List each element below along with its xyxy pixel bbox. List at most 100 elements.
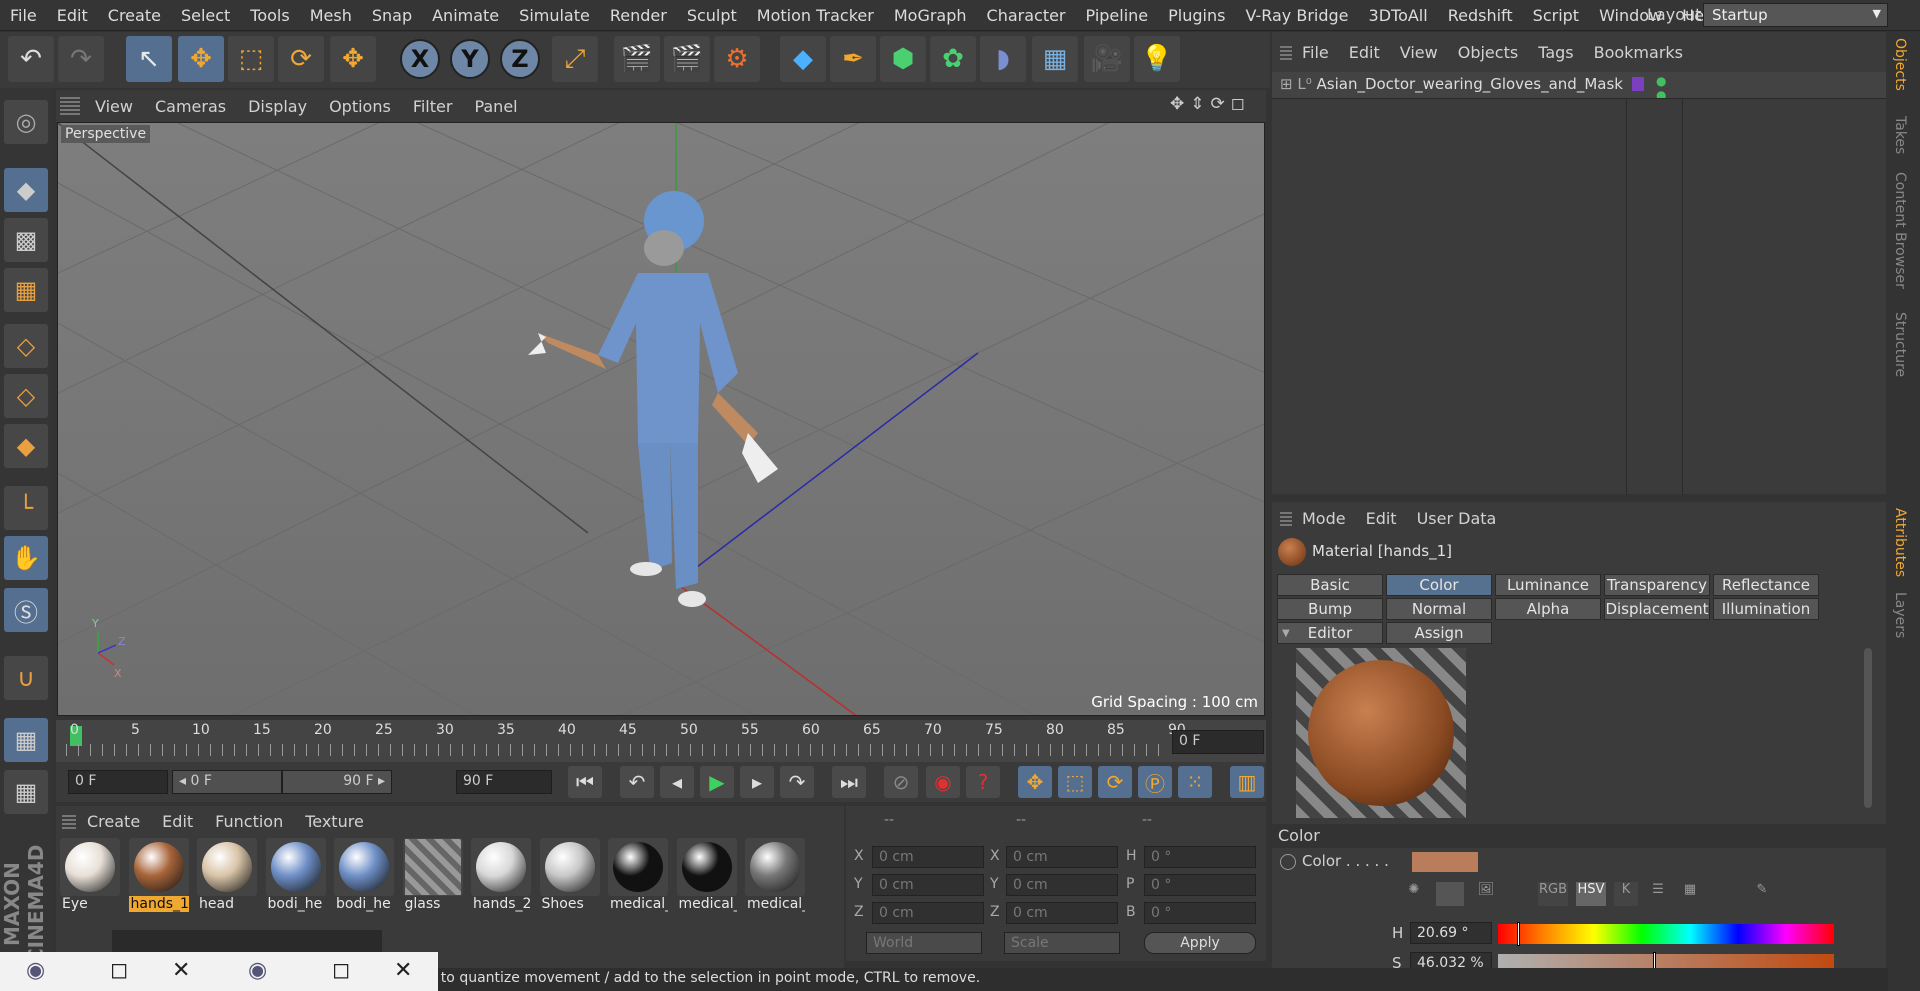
menu-motion-tracker[interactable]: Motion Tracker <box>747 6 884 25</box>
mograph-button[interactable]: ✿ <box>930 36 976 82</box>
close-icon[interactable]: ✕ <box>172 958 190 983</box>
next-frame-button[interactable]: ▸ <box>740 766 774 798</box>
side-tab-takes[interactable]: Takes <box>1892 116 1908 154</box>
material-item[interactable]: medical_ <box>745 838 805 922</box>
rotation-b-field[interactable]: 0 ° <box>1144 902 1256 924</box>
material-item[interactable]: bodi_he <box>334 838 394 922</box>
position-y-field[interactable]: 0 cm <box>872 874 984 896</box>
rotate-tool-button[interactable]: ⟳ <box>278 36 324 82</box>
undo-button[interactable]: ↶ <box>8 36 54 82</box>
floor-button[interactable]: ▦ <box>1032 36 1078 82</box>
color-wheel-icon[interactable]: ✺ <box>1400 882 1428 906</box>
prev-frame-button[interactable]: ◂ <box>660 766 694 798</box>
play-button[interactable]: ▶ <box>700 766 734 798</box>
tab-basic[interactable]: Basic <box>1277 574 1383 596</box>
tab-alpha[interactable]: Alpha <box>1495 598 1601 620</box>
redo-button[interactable]: ↷ <box>58 36 104 82</box>
side-tab-objects[interactable]: Objects <box>1892 38 1908 91</box>
tab-editor[interactable]: Editor <box>1277 622 1383 644</box>
material-item[interactable]: Shoes <box>539 838 600 922</box>
range-start-field[interactable]: ◂ 0 F <box>172 770 282 794</box>
size-y-field[interactable]: 0 cm <box>1006 874 1118 896</box>
material-menu-texture[interactable]: Texture <box>294 812 375 831</box>
live-select-button[interactable]: ✥ <box>330 36 376 82</box>
range-end-field[interactable]: 90 F ▸ <box>282 770 392 794</box>
menu-v-ray-bridge[interactable]: V-Ray Bridge <box>1235 6 1358 25</box>
end-frame-field[interactable]: 90 F <box>456 770 552 794</box>
current-frame-field[interactable]: 0 F <box>1172 730 1264 754</box>
menu-simulate[interactable]: Simulate <box>509 6 600 25</box>
material-item[interactable]: bodi_he <box>265 838 326 922</box>
prev-key-button[interactable]: ↶ <box>620 766 654 798</box>
attribute-menu-user-data[interactable]: User Data <box>1407 509 1507 528</box>
material-tag-icon[interactable] <box>1632 77 1644 91</box>
material-item[interactable]: hands_1 <box>128 838 189 922</box>
grid-icon[interactable]: ▦ <box>4 770 48 814</box>
axis-mode-icon[interactable]: └ <box>4 486 48 530</box>
texture-mode-icon[interactable]: ▩ <box>4 218 48 262</box>
object-row[interactable]: ⊞ L⁰ Asian_Doctor_wearing_Gloves_and_Mas… <box>1272 72 1886 102</box>
camera-button[interactable]: 🎥 <box>1084 36 1130 82</box>
object-menu-edit[interactable]: Edit <box>1339 43 1390 62</box>
render-view-button[interactable]: 🎬 <box>664 36 710 82</box>
menu-create[interactable]: Create <box>98 6 171 25</box>
attribute-menu-mode[interactable]: Mode <box>1292 509 1356 528</box>
object-menu-objects[interactable]: Objects <box>1448 43 1528 62</box>
polygons-mode-icon[interactable]: ◆ <box>4 424 48 468</box>
solo-mode-icon[interactable]: Ⓢ <box>4 588 48 632</box>
select-tool-button[interactable]: ↖ <box>126 36 172 82</box>
make-editable-icon[interactable]: ◎ <box>4 100 48 144</box>
menu-3dtoall[interactable]: 3DToAll <box>1359 6 1438 25</box>
side-tab-structure[interactable]: Structure <box>1892 312 1908 377</box>
tab-normal[interactable]: Normal <box>1386 598 1492 620</box>
light-button[interactable]: 💡 <box>1134 36 1180 82</box>
perspective-viewport[interactable]: Y X Z Perspective Grid Spacing : 100 cm <box>57 122 1265 716</box>
menu-redshift[interactable]: Redshift <box>1438 6 1523 25</box>
material-item[interactable]: glass <box>402 838 463 922</box>
color-radio[interactable] <box>1280 854 1296 870</box>
material-item[interactable]: hands_2 <box>471 838 531 922</box>
tab-assign[interactable]: Assign <box>1386 622 1492 644</box>
axis-z-button[interactable]: Z <box>500 39 540 79</box>
hue-slider-thumb[interactable] <box>1517 922 1521 946</box>
points-mode-icon[interactable]: ◇ <box>4 324 48 368</box>
rgb-mode-button[interactable]: RGB <box>1538 882 1568 906</box>
workplane-lock-icon[interactable]: ▦ <box>4 718 48 762</box>
side-tab-layers[interactable]: Layers <box>1892 592 1908 638</box>
menu-snap[interactable]: Snap <box>362 6 422 25</box>
deformer-button[interactable]: ◗ <box>980 36 1026 82</box>
tab-displacement[interactable]: Displacement <box>1604 598 1710 620</box>
viewport-menu-cameras[interactable]: Cameras <box>144 97 237 116</box>
menu-animate[interactable]: Animate <box>422 6 509 25</box>
menu-render[interactable]: Render <box>600 6 677 25</box>
menu-script[interactable]: Script <box>1523 6 1589 25</box>
key-position-button[interactable]: ✥ <box>1018 766 1052 798</box>
position-z-field[interactable]: 0 cm <box>872 902 984 924</box>
material-item[interactable]: medical_ <box>676 838 737 922</box>
eyedropper-icon[interactable]: ✎ <box>1750 882 1774 906</box>
object-menu-view[interactable]: View <box>1390 43 1448 62</box>
material-menu-function[interactable]: Function <box>204 812 294 831</box>
rotation-h-field[interactable]: 0 ° <box>1144 846 1256 868</box>
tweak-mode-icon[interactable]: ✋ <box>4 536 48 580</box>
position-x-field[interactable]: 0 cm <box>872 846 984 868</box>
menu-pipeline[interactable]: Pipeline <box>1076 6 1159 25</box>
menu-sculpt[interactable]: Sculpt <box>677 6 747 25</box>
goto-end-button[interactable]: ⏭ <box>832 766 866 798</box>
render-region-button[interactable]: 🎬 <box>614 36 660 82</box>
menu-plugins[interactable]: Plugins <box>1158 6 1235 25</box>
menu-file[interactable]: File <box>0 6 47 25</box>
snap-icon[interactable]: ∪ <box>4 656 48 700</box>
tab-reflectance[interactable]: Reflectance <box>1713 574 1819 596</box>
minimized-window-2[interactable]: ◉ ◻ ✕ <box>218 952 438 991</box>
material-menu-create[interactable]: Create <box>76 812 151 831</box>
restore-icon[interactable]: ◻ <box>110 958 128 983</box>
orbit-icon[interactable]: ⟳ <box>1211 94 1225 114</box>
side-tab-attributes[interactable]: Attributes <box>1892 508 1908 577</box>
subdivision-button[interactable]: ⬢ <box>880 36 926 82</box>
restore-icon[interactable]: ◻ <box>332 958 350 983</box>
viewport-menu-options[interactable]: Options <box>318 97 402 116</box>
axis-x-button[interactable]: X <box>400 39 440 79</box>
object-menu-bookmarks[interactable]: Bookmarks <box>1584 43 1693 62</box>
image-picker-icon[interactable]: 🖼 <box>1472 882 1500 906</box>
